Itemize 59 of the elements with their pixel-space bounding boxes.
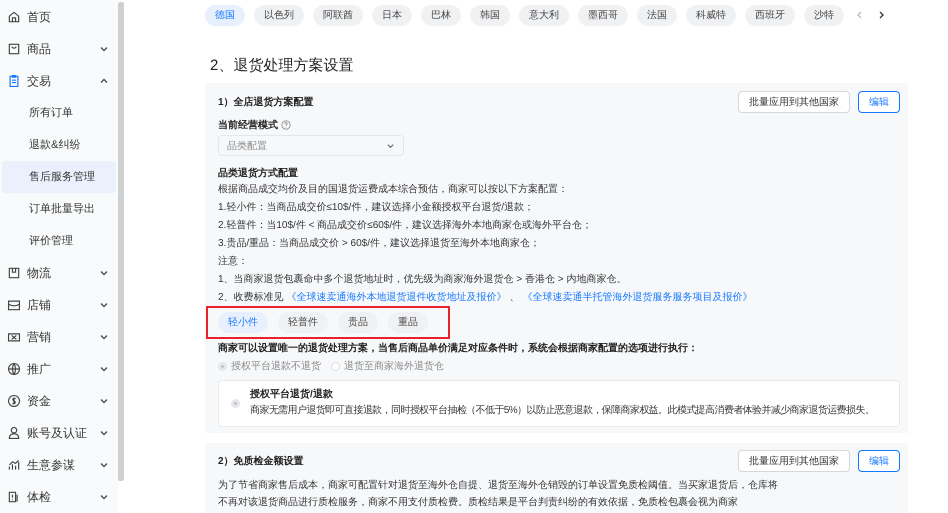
- sidebar-item[interactable]: 账号及认证: [0, 417, 118, 449]
- country-tab[interactable]: 法国: [637, 4, 677, 26]
- country-tab[interactable]: 科威特: [686, 4, 736, 26]
- category-tab[interactable]: 轻普件: [278, 312, 328, 333]
- action-button[interactable]: 批量应用到其他国家: [738, 450, 850, 472]
- sidebar-item[interactable]: 营销: [0, 321, 118, 353]
- country-tab[interactable]: 沙特: [804, 4, 844, 26]
- category-tab[interactable]: 重品: [388, 312, 428, 333]
- submenu-item[interactable]: 订单批量导出: [2, 193, 116, 225]
- sidebar-item[interactable]: 商品: [0, 33, 118, 65]
- sidebar-item[interactable]: 交易: [0, 65, 118, 97]
- section-title: 2、退货处理方案设置: [210, 56, 354, 75]
- submenu-item[interactable]: 所有订单: [2, 97, 116, 129]
- description-text: 为了节省商家售后成本，商家可配置针对退货至海外仓自提、退货至海外仓销毁的订单设置免质检阈值。当买家退货后，仓库将不再对该退货商品进行质检服务，商家不用支付质检费。质检结果是平台判责纠纷的有效依据，免质检包裹会视为商家: [218, 478, 779, 510]
- description-line: 1、当商家退货包裹命中多个退货地址时，优先级为商家海外退货仓 > 香港仓 > 内地商家仓。: [218, 272, 628, 287]
- action-button[interactable]: 批量应用到其他国家: [738, 91, 850, 113]
- description-line: 1.轻小件：当商品成交价≤10$/件，建议选择小金额授权平台退货/退款；: [218, 200, 536, 215]
- country-tab[interactable]: 墨西哥: [578, 4, 628, 26]
- option-title: 授权平台退货/退款: [250, 388, 334, 401]
- action-button[interactable]: 编辑: [858, 450, 900, 472]
- sidebar-item[interactable]: 生意参谋: [0, 449, 118, 481]
- country-tab[interactable]: 以色列: [254, 4, 304, 26]
- action-button[interactable]: 编辑: [858, 91, 900, 113]
- country-tab[interactable]: 意大利: [519, 4, 569, 26]
- submenu-item[interactable]: 售后服务管理: [2, 161, 116, 193]
- rule-text: 商家可以设置唯一的退货处理方案，当售后商品单价满足对应条件时，系统会根据商家配置的选项进行执行：: [218, 341, 699, 356]
- country-tab[interactable]: 西班牙: [745, 4, 795, 26]
- fee-link[interactable]: 《全球速卖通海外本地退货退件收货地址及报价》: [286, 292, 507, 303]
- card-title: 1）全店退货方案配置: [218, 95, 314, 109]
- description-line: 根据商品成交均价及目的国退货运费成本综合预估，商家可以按以下方案配置：: [218, 182, 569, 197]
- description-line: 注意：: [218, 254, 249, 269]
- field-label: 当前经营模式: [218, 118, 278, 132]
- sidebar-item[interactable]: 店铺: [0, 289, 118, 321]
- submenu-item[interactable]: 退款&纠纷: [2, 129, 116, 161]
- scrollbar[interactable]: [118, 2, 124, 481]
- country-tab[interactable]: 韩国: [470, 4, 510, 26]
- sidebar-item[interactable]: 资金: [0, 385, 118, 417]
- country-tab[interactable]: 巴林: [421, 4, 461, 26]
- submenu-item[interactable]: 评价管理: [2, 225, 116, 257]
- category-tab[interactable]: 轻小件: [218, 312, 268, 333]
- card-title: 2）免质检金额设置: [218, 454, 304, 468]
- option-card[interactable]: 授权平台退货/退款 商家无需用户退货即可直接退款，同时授权平台抽检（不低于5%）以防止恶意退款，保障商家权益。此模式提高消费者体验并减少商家退货运费损失。: [218, 380, 900, 427]
- sidebar-item[interactable]: 体检: [0, 481, 118, 513]
- sidebar-item[interactable]: 首页: [0, 1, 118, 33]
- description-line: 2、收费标准见: [218, 292, 284, 303]
- description-line: 3.贵品/重品：当商品成交价 > 60$/件，建议选择退货至海外本地商家仓；: [218, 236, 541, 251]
- sidebar-item[interactable]: 物流: [0, 257, 118, 289]
- sidebar-item[interactable]: 推广: [0, 353, 118, 385]
- category-tab[interactable]: 贵品: [338, 312, 378, 333]
- help-icon[interactable]: [281, 120, 291, 130]
- country-tab[interactable]: 阿联酋: [313, 4, 363, 26]
- subsection-title: 品类退货方式配置: [218, 166, 299, 180]
- country-tab[interactable]: 德国: [205, 4, 245, 26]
- fee-link[interactable]: 《全球速卖通半托管海外退货服务服务项目及报价》: [522, 292, 753, 303]
- description-line: 2.轻普件：当10$/件 < 商品成交价≤60$/件，建议选择海外本地商家仓或海外平台仓；: [218, 218, 594, 233]
- radio-button[interactable]: [231, 399, 240, 408]
- separator-text: 、: [510, 292, 520, 303]
- option-description: 商家无需用户退货即可直接退款，同时授权平台抽检（不低于5%）以防止恶意退款，保障商家权益。此模式提高消费者体验并减少商家退货运费损失。: [250, 404, 874, 418]
- country-tab[interactable]: 日本: [372, 4, 412, 26]
